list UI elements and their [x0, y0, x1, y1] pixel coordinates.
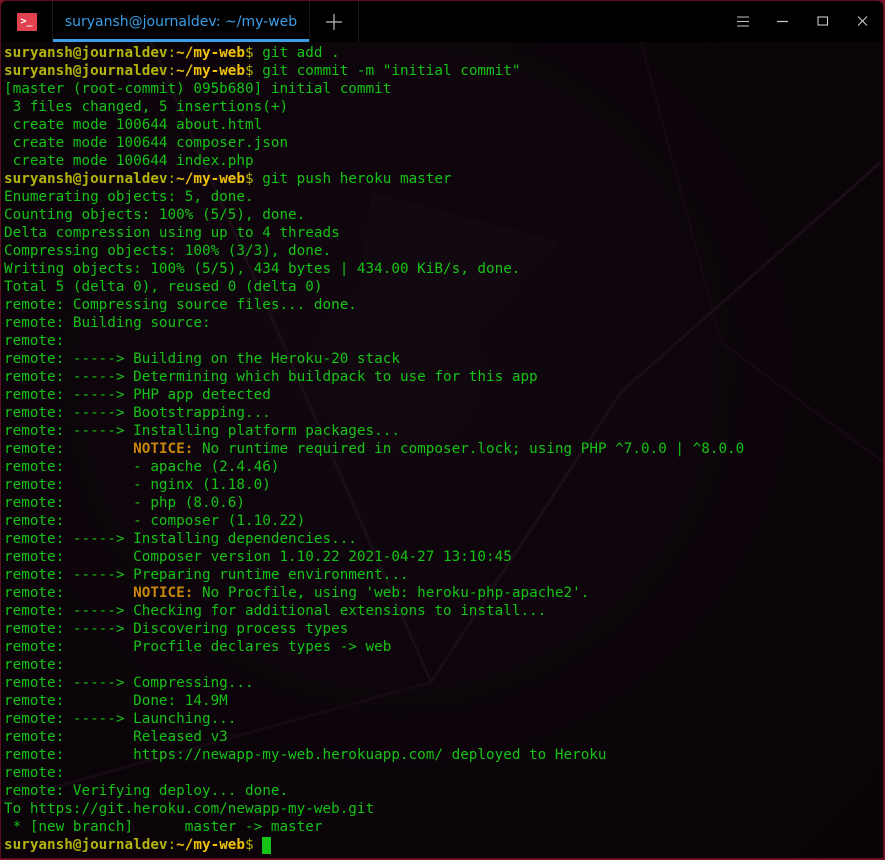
output-line: remote: Composer version 1.10.22 2021-04… [4, 549, 512, 565]
notice-text: No Procfile, using 'web: heroku-php-apac… [193, 585, 590, 601]
notice-label: NOTICE: [133, 585, 194, 601]
prompt-path: ~/my-web [176, 171, 246, 187]
output-line: remote: [4, 765, 65, 781]
output-line: remote: [4, 657, 65, 673]
tab-terminal[interactable]: suryansh@journaldev: ~/my-web [53, 1, 310, 42]
prompt-path: ~/my-web [176, 63, 246, 79]
output-line: remote: -----> Checking for additional e… [4, 603, 547, 619]
prompt-symbol: $ [245, 171, 254, 187]
prompt-symbol: $ [245, 45, 254, 61]
remote-prefix: remote: [4, 585, 134, 601]
command-text: git commit -m "initial commit" [253, 63, 521, 79]
prompt-line: suryansh@journaldev:~/my-web$ git push h… [4, 170, 883, 188]
output-line: remote: -----> Preparing runtime environ… [4, 567, 409, 583]
prompt-colon: : [167, 171, 177, 187]
title-bar: >_ suryansh@journaldev: ~/my-web [1, 1, 883, 42]
prompt-colon: : [167, 45, 177, 61]
output-line: Compressing objects: 100% (3/3), done. [4, 243, 332, 259]
terminal-icon: >_ [16, 12, 37, 31]
tab-title: suryansh@journaldev: ~/my-web [64, 13, 298, 30]
prompt-symbol: $ [245, 837, 254, 853]
output-line: remote: - composer (1.10.22) [4, 513, 306, 529]
output-line: remote: Compressing source files... done… [4, 297, 357, 313]
titlebar-spacer [359, 1, 723, 42]
prompt-path: ~/my-web [176, 837, 246, 853]
terminal-lines: suryansh@journaldev:~/my-web$ git add .s… [4, 44, 883, 854]
output-line: Counting objects: 100% (5/5), done. [4, 207, 306, 223]
app-menu-button[interactable]: >_ [1, 1, 53, 42]
prompt-user-host: suryansh@journaldev [4, 171, 168, 187]
prompt-line: suryansh@journaldev:~/my-web$ git add . [4, 44, 883, 62]
minimize-button[interactable] [763, 1, 803, 42]
output-line: remote: https://newapp-my-web.herokuapp.… [4, 747, 607, 763]
output-line: remote: Released v3 [4, 729, 228, 745]
output-line: remote: -----> Determining which buildpa… [4, 369, 538, 385]
output-line: remote: -----> Installing dependencies..… [4, 531, 357, 547]
output-line: remote: - php (8.0.6) [4, 495, 246, 511]
output-line: Enumerating objects: 5, done. [4, 189, 254, 205]
minimize-icon [777, 20, 788, 23]
maximize-icon [817, 16, 829, 26]
output-line: remote: Building source: [4, 315, 211, 331]
remote-prefix: remote: [4, 441, 134, 457]
hamburger-menu-icon [737, 16, 749, 27]
prompt-user-host: suryansh@journaldev [4, 837, 168, 853]
prompt-user-host: suryansh@journaldev [4, 63, 168, 79]
prompt-symbol: $ [245, 63, 254, 79]
output-line: create mode 100644 composer.json [4, 135, 289, 151]
output-line: remote: Procfile declares types -> web [4, 639, 392, 655]
notice-line: remote: NOTICE: No runtime required in c… [4, 440, 883, 458]
output-line: Total 5 (delta 0), reused 0 (delta 0) [4, 279, 323, 295]
output-line: * [new branch] master -> master [4, 819, 323, 835]
notice-label: NOTICE: [133, 441, 194, 457]
output-line: Writing objects: 100% (5/5), 434 bytes |… [4, 261, 521, 277]
text-cursor[interactable] [262, 837, 272, 854]
terminal-output[interactable]: suryansh@journaldev:~/my-web$ git add .s… [1, 42, 883, 858]
output-line: remote: -----> Launching... [4, 711, 237, 727]
prompt-user-host: suryansh@journaldev [4, 45, 168, 61]
output-line: remote: -----> Installing platform packa… [4, 423, 400, 439]
output-line: remote: Done: 14.9M [4, 693, 228, 709]
close-button[interactable] [843, 1, 883, 42]
prompt-path: ~/my-web [176, 45, 246, 61]
output-line: remote: - apache (2.4.46) [4, 459, 280, 475]
command-text: git add . [253, 45, 340, 61]
close-icon [857, 16, 868, 26]
output-line: Delta compression using up to 4 threads [4, 225, 340, 241]
output-line: create mode 100644 index.php [4, 153, 254, 169]
plus-icon [326, 13, 342, 30]
menu-button[interactable] [723, 1, 763, 42]
prompt-colon: : [167, 837, 177, 853]
terminal-window: >_ suryansh@journaldev: ~/my-web suryans… [1, 1, 883, 858]
output-line: create mode 100644 about.html [4, 117, 263, 133]
prompt-line: suryansh@journaldev:~/my-web$ [4, 836, 883, 854]
new-tab-button[interactable] [310, 1, 359, 42]
output-line: remote: [4, 333, 65, 349]
output-line: remote: -----> Building on the Heroku-20… [4, 351, 400, 367]
output-line: remote: - nginx (1.18.0) [4, 477, 271, 493]
output-line: To https://git.heroku.com/newapp-my-web.… [4, 801, 375, 817]
output-line: 3 files changed, 5 insertions(+) [4, 99, 289, 115]
output-line: remote: -----> Compressing... [4, 675, 254, 691]
notice-text: No runtime required in composer.lock; us… [193, 441, 745, 457]
prompt-colon: : [167, 63, 177, 79]
output-line: remote: -----> Bootstrapping... [4, 405, 271, 421]
maximize-button[interactable] [803, 1, 843, 42]
output-line: [master (root-commit) 095b680] initial c… [4, 81, 392, 97]
output-line: remote: -----> PHP app detected [4, 387, 271, 403]
output-line: remote: Verifying deploy... done. [4, 783, 289, 799]
notice-line: remote: NOTICE: No Procfile, using 'web:… [4, 584, 883, 602]
command-text [254, 837, 263, 853]
output-line: remote: -----> Discovering process types [4, 621, 349, 637]
prompt-line: suryansh@journaldev:~/my-web$ git commit… [4, 62, 883, 80]
command-text: git push heroku master [253, 171, 452, 187]
